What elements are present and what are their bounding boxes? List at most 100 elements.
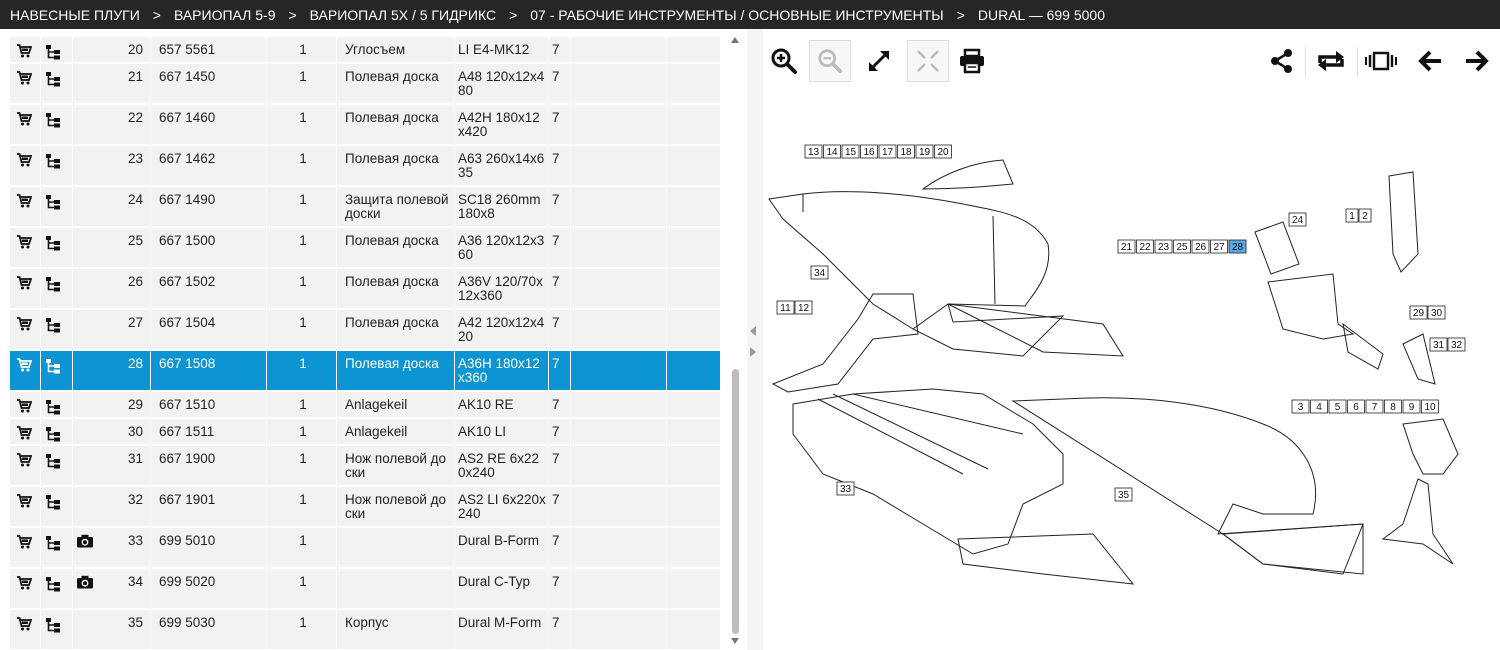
cart-icon[interactable]	[16, 399, 33, 413]
table-row[interactable]: 34 699 5020 1 Dural C-Typ 7	[10, 569, 720, 610]
carousel-button[interactable]	[1360, 40, 1402, 82]
table-row[interactable]: 23 667 1462 1 Полевая доска A63 260x14x635 7	[10, 146, 720, 187]
breadcrumb-item[interactable]: НАВЕСНЫЕ ПЛУГИ	[10, 7, 140, 23]
tree-structure-icon[interactable]	[45, 535, 61, 551]
callout-6[interactable]: 6	[1347, 399, 1365, 414]
tree-structure-icon[interactable]	[45, 617, 61, 633]
callout-22[interactable]: 22	[1136, 239, 1154, 254]
callout-2[interactable]: 2	[1358, 208, 1372, 223]
callout-3[interactable]: 3	[1291, 399, 1310, 414]
tree-structure-icon[interactable]	[45, 576, 61, 592]
callout-8[interactable]: 8	[1384, 399, 1402, 414]
callout-18[interactable]: 18	[897, 144, 915, 159]
scroll-up-arrow[interactable]	[731, 37, 739, 43]
cart-icon[interactable]	[16, 358, 33, 372]
cart-icon[interactable]	[16, 494, 33, 508]
callout-15[interactable]: 15	[841, 144, 860, 159]
scroll-down-arrow[interactable]	[731, 638, 739, 644]
tree-structure-icon[interactable]	[45, 194, 61, 210]
tree-structure-icon[interactable]	[45, 494, 61, 510]
tree-structure-icon[interactable]	[45, 44, 61, 60]
breadcrumb-item[interactable]: DURAL — 699 5000	[978, 7, 1105, 23]
callout-20[interactable]: 20	[934, 144, 952, 159]
tree-structure-icon[interactable]	[45, 276, 61, 292]
cart-icon[interactable]	[16, 44, 33, 58]
zoom-in-button[interactable]	[763, 40, 805, 82]
cart-icon[interactable]	[16, 153, 33, 167]
table-row[interactable]: 28 667 1508 1 Полевая доска A36H 180x12x360 7	[10, 351, 720, 392]
callout-23[interactable]: 23	[1154, 239, 1173, 254]
table-row[interactable]: 30 667 1511 1 Anlagekeil AK10 LI 7	[10, 419, 720, 446]
tree-structure-icon[interactable]	[45, 358, 61, 374]
callout-27[interactable]: 27	[1210, 239, 1228, 254]
table-row[interactable]: 21 667 1450 1 Полевая доска A48 120x12x480 7	[10, 64, 720, 105]
cart-icon[interactable]	[16, 453, 33, 467]
tree-structure-icon[interactable]	[45, 71, 61, 87]
cart-icon[interactable]	[16, 112, 33, 126]
exploded-parts-drawing[interactable]: 13 14 15 16 17 18 19 2021 22 23 25 26 27 283 4 5 6 7 8 9 102…	[763, 94, 1500, 634]
cart-icon[interactable]	[16, 426, 33, 440]
zoom-out-button[interactable]	[809, 40, 851, 82]
callout-12[interactable]: 12	[794, 300, 813, 315]
table-row[interactable]: 22 667 1460 1 Полевая доска A42H 180x12x420 7	[10, 105, 720, 146]
cart-icon[interactable]	[16, 276, 33, 290]
table-row[interactable]: 31 667 1900 1 Нож полевой доски AS2 RE 6x220…	[10, 446, 720, 487]
callout-4[interactable]: 4	[1310, 399, 1328, 414]
previous-button[interactable]	[1409, 40, 1451, 82]
cart-icon[interactable]	[16, 535, 33, 549]
table-row[interactable]: 27 667 1504 1 Полевая доска A42 120x12x420 7	[10, 310, 720, 351]
callout-11[interactable]: 11	[776, 300, 795, 315]
callout-14[interactable]: 14	[823, 144, 841, 159]
cart-icon[interactable]	[16, 71, 33, 85]
collapse-right-icon[interactable]	[750, 347, 756, 357]
cart-icon[interactable]	[16, 576, 33, 590]
panel-splitter[interactable]	[747, 29, 763, 650]
callout-7[interactable]: 7	[1365, 399, 1384, 414]
repeat-button[interactable]	[1310, 40, 1352, 82]
callout-13[interactable]: 13	[804, 144, 823, 159]
callout-24[interactable]: 24	[1288, 212, 1307, 227]
callout-26[interactable]: 26	[1191, 239, 1210, 254]
cart-icon[interactable]	[16, 317, 33, 331]
fullscreen-button[interactable]	[858, 40, 900, 82]
print-button[interactable]	[951, 40, 993, 82]
next-button[interactable]	[1456, 40, 1498, 82]
callout-21[interactable]: 21	[1117, 239, 1136, 254]
tree-structure-icon[interactable]	[45, 426, 61, 442]
table-row[interactable]: 20 657 5561 1 Углосъем LI E4-MK12 7	[10, 37, 720, 64]
callout-28[interactable]: 28	[1228, 239, 1247, 254]
table-row[interactable]: 29 667 1510 1 Anlagekeil AK10 RE 7	[10, 392, 720, 419]
callout-19[interactable]: 19	[915, 144, 934, 159]
cart-icon[interactable]	[16, 194, 33, 208]
callout-25[interactable]: 25	[1173, 239, 1191, 254]
callout-17[interactable]: 17	[878, 144, 897, 159]
table-row[interactable]: 33 699 5010 1 Dural B-Form 7	[10, 528, 720, 569]
callout-33[interactable]: 33	[836, 481, 855, 496]
tree-structure-icon[interactable]	[45, 399, 61, 415]
table-row[interactable]: 32 667 1901 1 Нож полевой доски AS2 LI 6x220…	[10, 487, 720, 528]
share-button[interactable]	[1261, 40, 1303, 82]
callout-32[interactable]: 32	[1447, 337, 1466, 352]
table-row[interactable]: 25 667 1500 1 Полевая доска A36 120x12x360 7	[10, 228, 720, 269]
cart-icon[interactable]	[16, 617, 33, 631]
collapse-left-icon[interactable]	[750, 326, 756, 336]
table-row[interactable]: 35 699 5030 1 Корпус Dural M-Form 7	[10, 610, 720, 650]
tree-structure-icon[interactable]	[45, 317, 61, 333]
breadcrumb-item[interactable]: ВАРИОПАЛ 5-9	[174, 7, 276, 23]
camera-icon[interactable]	[76, 575, 94, 589]
callout-30[interactable]: 30	[1427, 305, 1446, 320]
callout-29[interactable]: 29	[1409, 305, 1428, 320]
tree-structure-icon[interactable]	[45, 153, 61, 169]
callout-16[interactable]: 16	[860, 144, 878, 159]
callout-5[interactable]: 5	[1328, 399, 1347, 414]
camera-icon[interactable]	[76, 534, 94, 548]
callout-9[interactable]: 9	[1402, 399, 1421, 414]
tree-structure-icon[interactable]	[45, 235, 61, 251]
breadcrumb-item[interactable]: 07 - РАБОЧИЕ ИНСТРУМЕНТЫ / ОСНОВНЫЕ ИНСТ…	[530, 7, 943, 23]
table-row[interactable]: 26 667 1502 1 Полевая доска A36V 120/70x12x3…	[10, 269, 720, 310]
callout-10[interactable]: 10	[1421, 399, 1439, 414]
tree-structure-icon[interactable]	[45, 453, 61, 469]
callout-1[interactable]: 1	[1345, 208, 1359, 223]
scrollbar-thumb[interactable]	[732, 369, 739, 634]
table-row[interactable]: 24 667 1490 1 Защита полевой доски SC18 260m…	[10, 187, 720, 228]
